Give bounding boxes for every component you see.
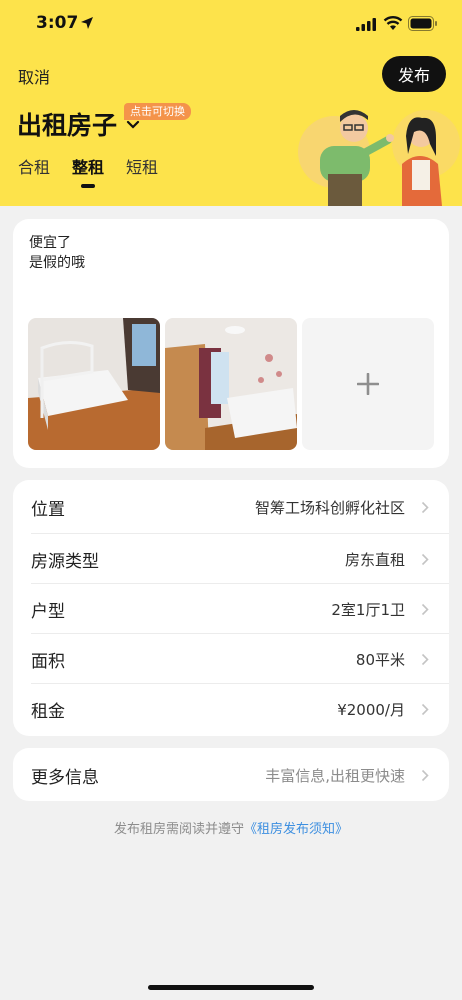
room-photo-2[interactable]: [165, 318, 297, 450]
add-photo-button[interactable]: [302, 318, 434, 450]
page-title[interactable]: 出租房子: [17, 106, 117, 142]
room-photo-1[interactable]: [28, 318, 160, 450]
publishing-notice: 发布租房需阅读并遵守《租房发布须知》: [0, 818, 462, 837]
description-card[interactable]: 便宜了 是假的哦: [13, 219, 449, 468]
more-info-label: 更多信息: [31, 767, 99, 788]
status-bar: 3:07: [0, 0, 462, 48]
chevron-right-icon: [421, 653, 429, 666]
location-arrow-icon: [81, 17, 93, 29]
detail-value: 80平米: [355, 650, 405, 669]
detail-row-area[interactable]: 面积 80平米: [13, 634, 449, 684]
notice-link[interactable]: 《租房发布须知》: [244, 822, 348, 837]
detail-value: ¥2000/月: [337, 700, 405, 719]
description-line: 便宜了: [29, 235, 71, 251]
detail-value: 2室1厅1卫: [331, 600, 405, 619]
description-line: 是假的哦: [29, 255, 85, 271]
detail-row-listing-type[interactable]: 房源类型 房东直租: [13, 534, 449, 584]
detail-label: 位置: [31, 499, 65, 520]
detail-value: 房东直租: [344, 550, 405, 569]
chevron-right-icon: [421, 703, 429, 716]
tab-shared[interactable]: 合租: [18, 154, 50, 178]
rental-type-tabs: 合租 整租 短租: [18, 154, 180, 188]
chevron-right-icon: [421, 501, 429, 514]
status-time: 3:07: [36, 13, 79, 33]
switch-hint-badge: 点击可切换: [124, 103, 191, 120]
detail-label: 租金: [31, 701, 65, 722]
cancel-button[interactable]: 取消: [18, 64, 50, 88]
description-text[interactable]: 便宜了 是假的哦: [29, 233, 85, 273]
detail-label: 房源类型: [31, 551, 99, 572]
wifi-icon: [383, 16, 403, 30]
chevron-right-icon: [421, 553, 429, 566]
battery-icon: [408, 16, 437, 31]
more-info-hint: 丰富信息,出租更快速: [265, 766, 405, 785]
detail-row-layout[interactable]: 户型 2室1厅1卫: [13, 584, 449, 634]
more-info-card: 更多信息 丰富信息,出租更快速: [13, 748, 449, 801]
notice-text: 发布租房需阅读并遵守: [113, 822, 244, 837]
detail-label: 面积: [31, 651, 65, 672]
home-indicator[interactable]: [148, 985, 314, 990]
plus-icon: [356, 372, 380, 396]
detail-label: 户型: [31, 601, 65, 622]
chevron-right-icon: [421, 769, 429, 782]
details-card: 位置 智筹工场科创孵化社区 房源类型 房东直租 户型 2室1厅1卫 面积 80平…: [13, 480, 449, 736]
tab-short-term[interactable]: 短租: [126, 154, 158, 178]
signal-icon: [356, 18, 376, 31]
people-illustration: [298, 110, 460, 206]
chevron-down-icon[interactable]: [126, 120, 140, 130]
publish-button[interactable]: 发布: [382, 56, 446, 92]
detail-row-rent[interactable]: 租金 ¥2000/月: [13, 684, 449, 734]
more-info-row[interactable]: 更多信息 丰富信息,出租更快速: [13, 750, 449, 800]
detail-value: 智筹工场科创孵化社区: [254, 498, 405, 517]
chevron-right-icon: [421, 603, 429, 616]
tab-whole[interactable]: 整租: [72, 154, 104, 188]
detail-row-location[interactable]: 位置 智筹工场科创孵化社区: [13, 482, 449, 532]
